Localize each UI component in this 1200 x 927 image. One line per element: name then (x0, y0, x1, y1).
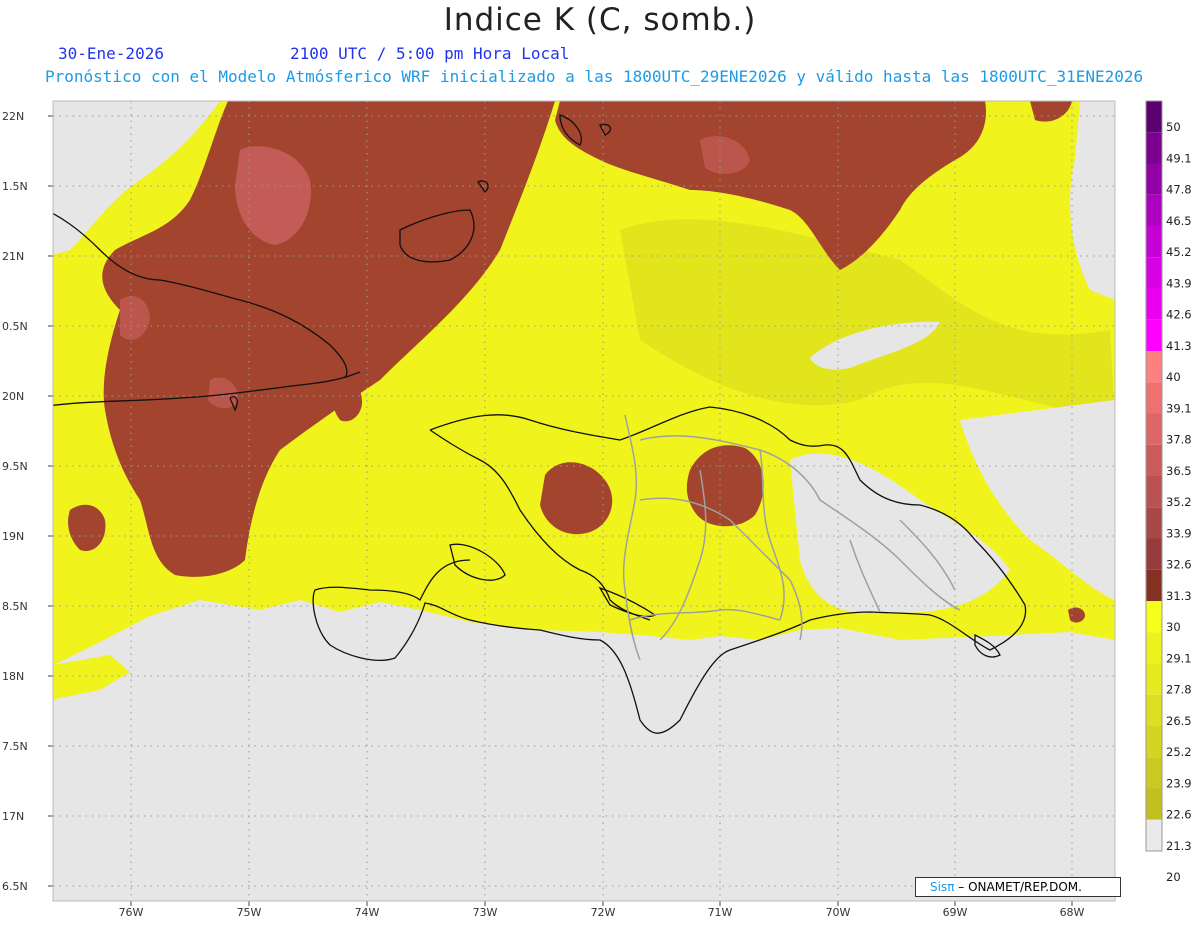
colorbar-label: 47.8 (1166, 183, 1192, 197)
colorbar-swatch (1146, 601, 1162, 633)
colorbar-label: 25.2 (1166, 745, 1192, 759)
svg-text:71W: 71W (708, 906, 733, 919)
colorbar-label: 29.1 (1166, 651, 1192, 665)
colorbar-label: 23.9 (1166, 776, 1192, 790)
colorbar-swatch (1146, 226, 1162, 258)
colorbar-swatch (1146, 726, 1162, 758)
svg-text:19N: 19N (2, 530, 24, 543)
colorbar-swatch (1146, 569, 1162, 601)
colorbar-label: 30 (1166, 620, 1181, 634)
colorbar-label: 27.8 (1166, 683, 1192, 697)
colorbar-label: 49.1 (1166, 151, 1192, 165)
svg-text:20N: 20N (2, 390, 24, 403)
weather-map: 22N 1.5N 21N 0.5N 20N 9.5N 19N 8.5N 18N … (2, 100, 1192, 919)
svg-text:73W: 73W (473, 906, 498, 919)
colorbar-swatch (1146, 382, 1162, 414)
svg-text:9.5N: 9.5N (2, 460, 28, 473)
svg-text:1.5N: 1.5N (2, 180, 28, 193)
colorbar-label: 26.5 (1166, 714, 1192, 728)
colorbar-label: 42.6 (1166, 308, 1192, 322)
svg-text:76W: 76W (119, 906, 144, 919)
svg-text:69W: 69W (943, 906, 968, 919)
colorbar-swatch (1146, 444, 1162, 476)
svg-text:22N: 22N (2, 110, 24, 123)
svg-text:0.5N: 0.5N (2, 320, 28, 333)
colorbar-label: 21.3 (1166, 839, 1192, 853)
svg-text:6.5N: 6.5N (2, 880, 28, 893)
colorbar-swatch (1146, 632, 1162, 664)
colorbar-label: 45.2 (1166, 245, 1192, 259)
colorbar-swatch (1146, 694, 1162, 726)
svg-text:70W: 70W (826, 906, 851, 919)
colorbar-label: 37.8 (1166, 433, 1192, 447)
colorbar-swatch (1146, 132, 1162, 164)
colorbar-label: 36.5 (1166, 464, 1192, 478)
latitude-labels: 22N 1.5N 21N 0.5N 20N 9.5N 19N 8.5N 18N … (2, 110, 28, 893)
svg-text:18N: 18N (2, 670, 24, 683)
colorbar-swatch (1146, 663, 1162, 695)
colorbar-swatch (1146, 257, 1162, 289)
svg-text:21N: 21N (2, 250, 24, 263)
colorbar-swatch (1146, 757, 1162, 789)
colorbar-swatch (1146, 476, 1162, 508)
colorbar-swatch (1146, 288, 1162, 320)
colorbar-label: 22.6 (1166, 808, 1192, 822)
map-field (53, 101, 1115, 901)
credit-box: Sisπ – ONAMET/REP.DOM. (915, 877, 1121, 897)
colorbar-label: 50 (1166, 120, 1181, 134)
colorbar: 50 49.1 47.8 46.5 45.2 43.9 42.6 41.3 40 39.1 37.8… (1145, 100, 1192, 884)
colorbar-label: 35.2 (1166, 495, 1192, 509)
svg-text:72W: 72W (591, 906, 616, 919)
colorbar-swatch (1146, 319, 1162, 351)
colorbar-swatch (1146, 163, 1162, 195)
svg-text:75W: 75W (237, 906, 262, 919)
credit-text: – ONAMET/REP.DOM. (958, 880, 1082, 894)
colorbar-label: 46.5 (1166, 214, 1192, 228)
colorbar-label: 33.9 (1166, 526, 1192, 540)
colorbar-swatch (1146, 507, 1162, 539)
colorbar-label: 39.1 (1166, 401, 1192, 415)
colorbar-swatch (1146, 413, 1162, 445)
colorbar-label: 41.3 (1166, 339, 1192, 353)
colorbar-label: 32.6 (1166, 558, 1192, 572)
colorbar-swatch (1146, 819, 1162, 851)
colorbar-swatch (1146, 101, 1162, 133)
svg-text:17N: 17N (2, 810, 24, 823)
credit-brand: Sisπ (930, 880, 955, 894)
colorbar-label: 40 (1166, 370, 1181, 384)
svg-text:68W: 68W (1060, 906, 1085, 919)
colorbar-label: 31.3 (1166, 589, 1192, 603)
colorbar-swatch (1146, 194, 1162, 226)
svg-text:7.5N: 7.5N (2, 740, 28, 753)
colorbar-swatch (1146, 788, 1162, 820)
colorbar-label: 43.9 (1166, 276, 1192, 290)
longitude-labels: 76W 75W 74W 73W 72W 71W 70W 69W 68W (119, 906, 1085, 919)
colorbar-label: 20 (1166, 870, 1181, 884)
svg-text:8.5N: 8.5N (2, 600, 28, 613)
colorbar-swatch (1146, 351, 1162, 383)
colorbar-swatch (1146, 538, 1162, 570)
svg-text:74W: 74W (355, 906, 380, 919)
